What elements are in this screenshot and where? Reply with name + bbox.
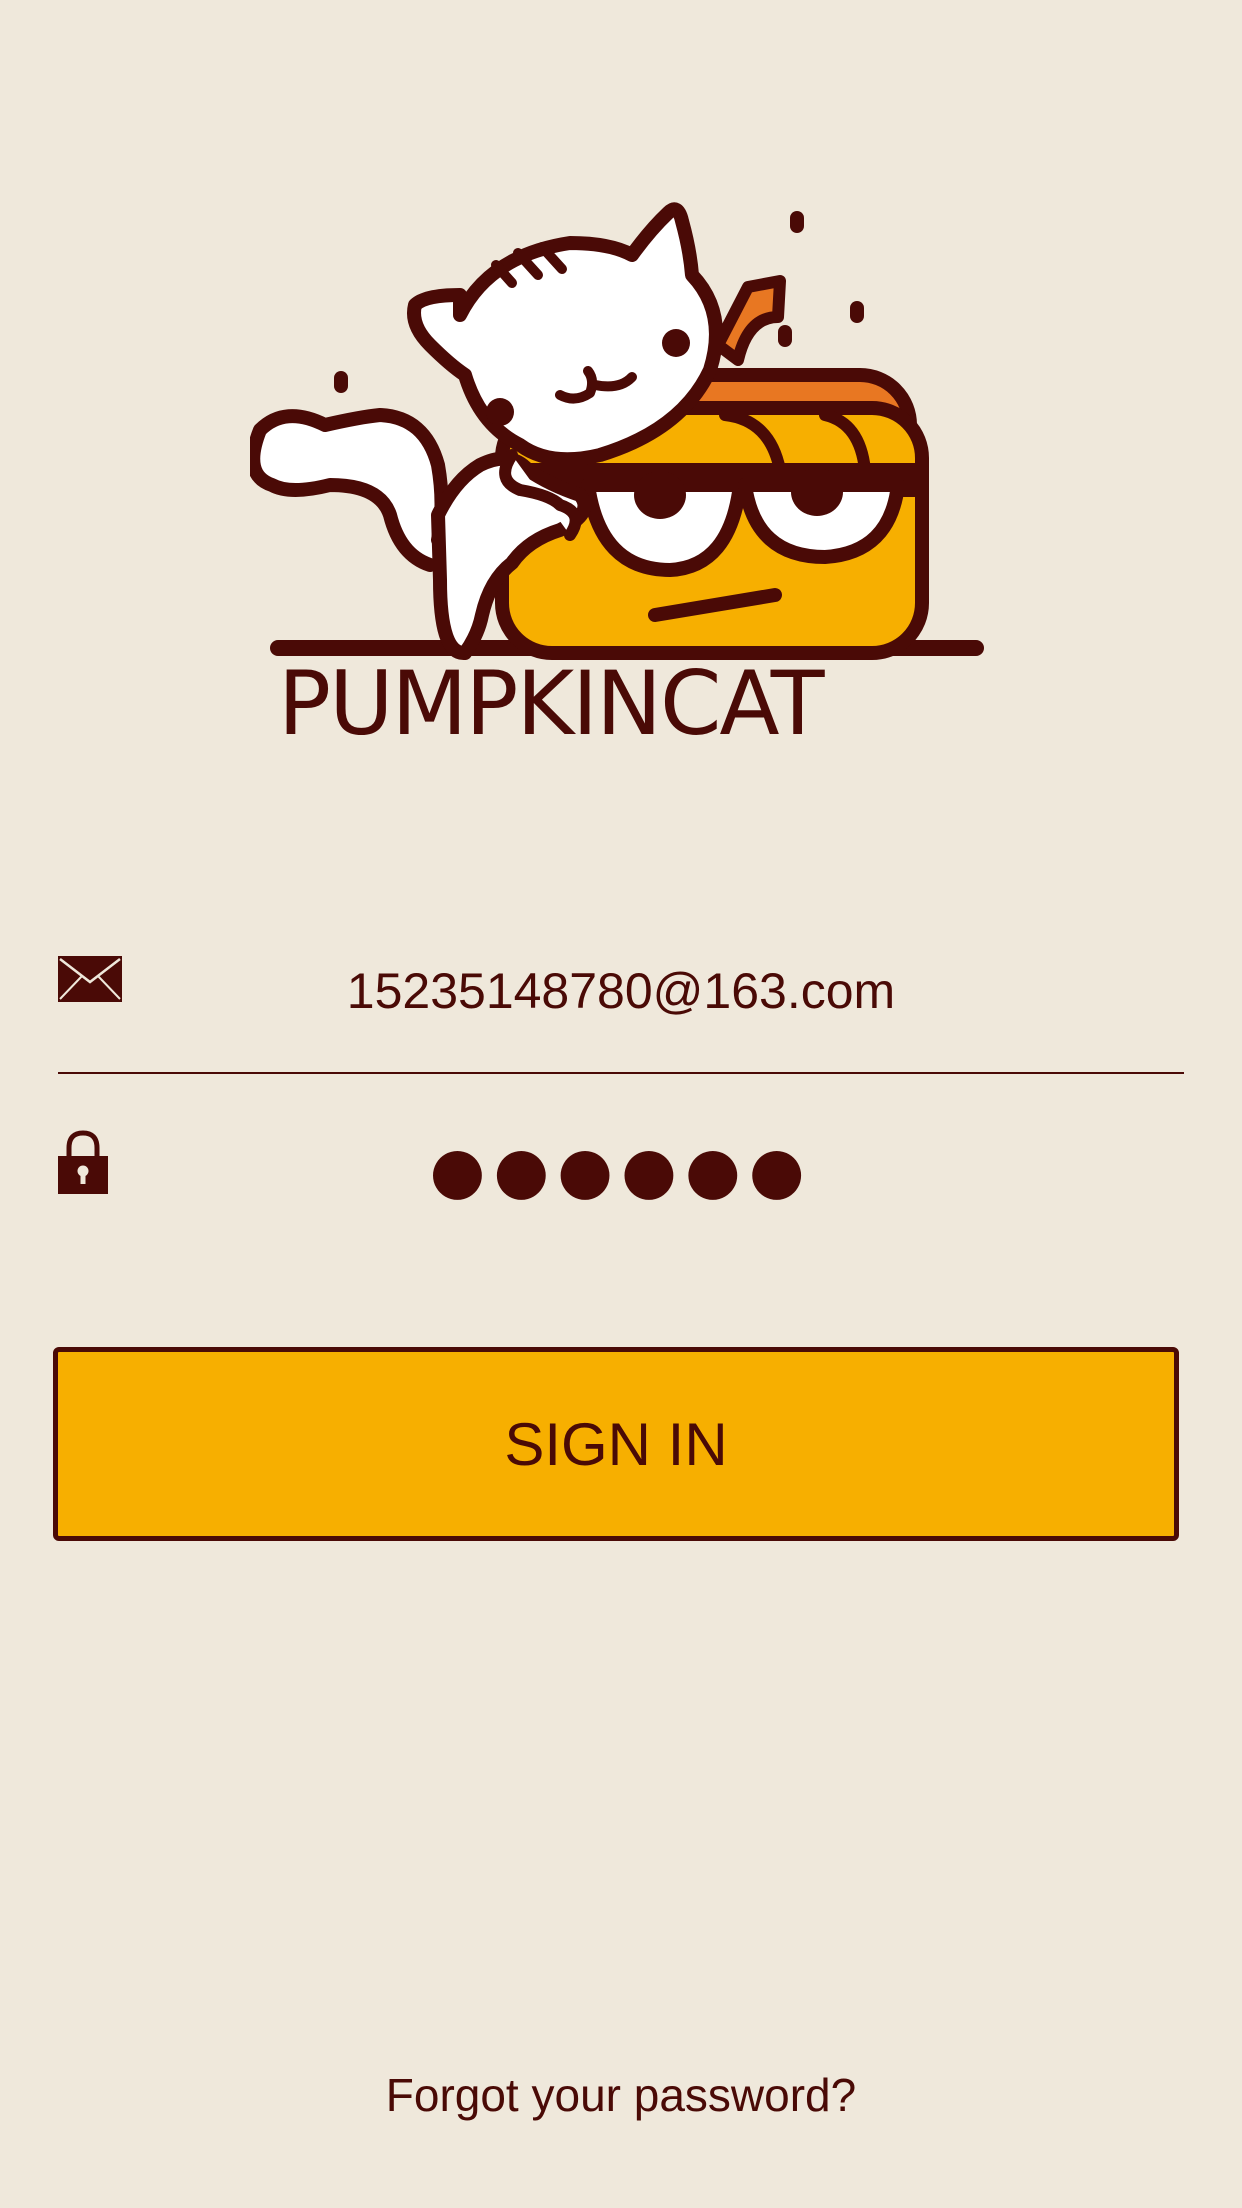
email-field[interactable]: 15235148780@163.com — [58, 940, 1184, 1074]
password-field[interactable]: ●●●●●● — [58, 1130, 1184, 1260]
brand-name: PUMPKINCAT — [278, 652, 825, 755]
brand-logo: PUMPKINCAT — [250, 195, 990, 775]
email-input[interactable]: 15235148780@163.com — [58, 962, 1184, 1020]
pumpkin-cat-logo-icon — [250, 202, 984, 660]
password-input[interactable]: ●●●●●● — [58, 1134, 1184, 1208]
sign-in-button[interactable]: SIGN IN — [53, 1347, 1179, 1541]
forgot-password-link[interactable]: Forgot your password? — [0, 2068, 1242, 2122]
